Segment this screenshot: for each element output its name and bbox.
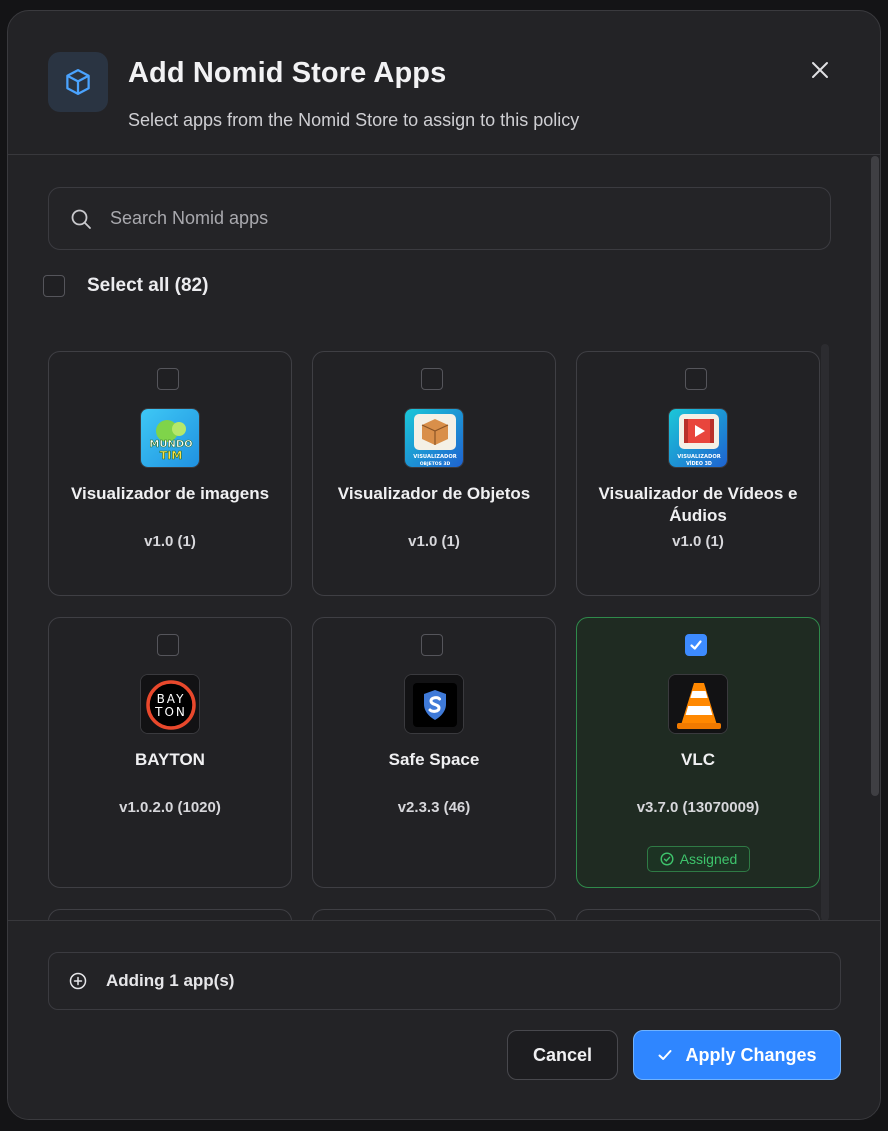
dialog-body: Select all (82) MUNDO TIM Visualizad (8, 156, 880, 921)
dialog-footer: Adding 1 app(s) Cancel Apply Changes (8, 920, 880, 1119)
select-all-checkbox[interactable] (43, 275, 65, 297)
dialog-title: Add Nomid Store Apps (128, 57, 447, 89)
app-card-selected[interactable]: VLC v3.7.0 (13070009) Assigned (576, 617, 820, 888)
search-input[interactable] (110, 208, 790, 229)
app-card[interactable]: MUNDO TIM Visualizador de imagens v1.0 (… (48, 351, 292, 596)
bayton-logo-icon: BAY TON (140, 674, 200, 734)
assigned-badge: Assigned (647, 846, 750, 872)
package-icon (48, 52, 108, 112)
app-name: Visualizador de Vídeos e Áudios (598, 484, 798, 525)
app-name: VLC (681, 750, 715, 769)
app-version: v3.7.0 (13070009) (636, 799, 760, 816)
app-checkbox-checked[interactable] (685, 634, 707, 656)
svg-text:OBJETOS 3D: OBJETOS 3D (420, 461, 451, 467)
add-apps-dialog: Add Nomid Store Apps Select apps from th… (7, 10, 881, 1120)
close-button[interactable] (805, 55, 835, 85)
app-name: Safe Space (388, 750, 480, 769)
adding-summary[interactable]: Adding 1 app(s) (48, 952, 841, 1010)
svg-text:BAY: BAY (157, 692, 186, 706)
search-box (48, 187, 831, 250)
app-version: v1.0 (1) (144, 533, 196, 550)
select-all-row[interactable]: Select all (82) (43, 274, 208, 298)
apply-changes-button[interactable]: Apply Changes (633, 1030, 841, 1080)
app-checkbox[interactable] (421, 634, 443, 656)
checkmark-icon (657, 1047, 673, 1063)
vlc-cone-icon (668, 674, 728, 734)
adding-summary-label: Adding 1 app(s) (106, 971, 235, 990)
select-all-label: Select all (82) (87, 275, 209, 296)
app-name: Visualizador de Objetos (337, 484, 531, 503)
search-icon (70, 207, 94, 231)
shield-s-icon (404, 674, 464, 734)
assigned-badge-label: Assigned (679, 851, 738, 867)
dialog-header: Add Nomid Store Apps Select apps from th… (8, 11, 880, 155)
app-card[interactable]: VISUALIZADOR VÍDEO 3D Visualizador de Ví… (576, 351, 820, 596)
svg-text:TON: TON (154, 705, 187, 719)
dialog-scrollbar[interactable] (871, 156, 879, 796)
plus-circle-icon (69, 972, 87, 990)
mundo-tim-icon: MUNDO TIM (140, 408, 200, 468)
app-version: v2.3.3 (46) (397, 799, 471, 816)
dialog-subtitle: Select apps from the Nomid Store to assi… (128, 110, 580, 130)
app-checkbox[interactable] (685, 368, 707, 390)
video-player-icon: VISUALIZADOR VÍDEO 3D (668, 408, 728, 468)
app-name: BAYTON (135, 750, 205, 769)
app-checkbox[interactable] (157, 368, 179, 390)
svg-text:TIM: TIM (160, 449, 183, 462)
app-version: v1.0 (1) (672, 533, 724, 550)
checkmark-icon (690, 640, 702, 650)
app-checkbox[interactable] (421, 368, 443, 390)
app-version: v1.0 (1) (408, 533, 460, 550)
apply-changes-label: Apply Changes (685, 1044, 817, 1065)
grid-scrollbar[interactable] (821, 344, 829, 921)
close-icon (812, 62, 828, 78)
cancel-button[interactable]: Cancel (507, 1030, 618, 1080)
svg-text:VISUALIZADOR: VISUALIZADOR (677, 454, 720, 460)
app-grid: MUNDO TIM Visualizador de imagens v1.0 (… (48, 342, 820, 921)
app-checkbox[interactable] (157, 634, 179, 656)
app-name: Visualizador de imagens (70, 484, 270, 503)
svg-text:VISUALIZADOR: VISUALIZADOR (413, 454, 456, 460)
app-card[interactable]: BAY TON BAYTON v1.0.2.0 (1020) (48, 617, 292, 888)
box-3d-icon: VISUALIZADOR OBJETOS 3D (404, 408, 464, 468)
app-card[interactable]: Safe Space v2.3.3 (46) (312, 617, 556, 888)
app-card[interactable]: VISUALIZADOR OBJETOS 3D Visualizador de … (312, 351, 556, 596)
check-circle-icon (660, 852, 674, 866)
app-version: v1.0.2.0 (1020) (119, 799, 221, 816)
